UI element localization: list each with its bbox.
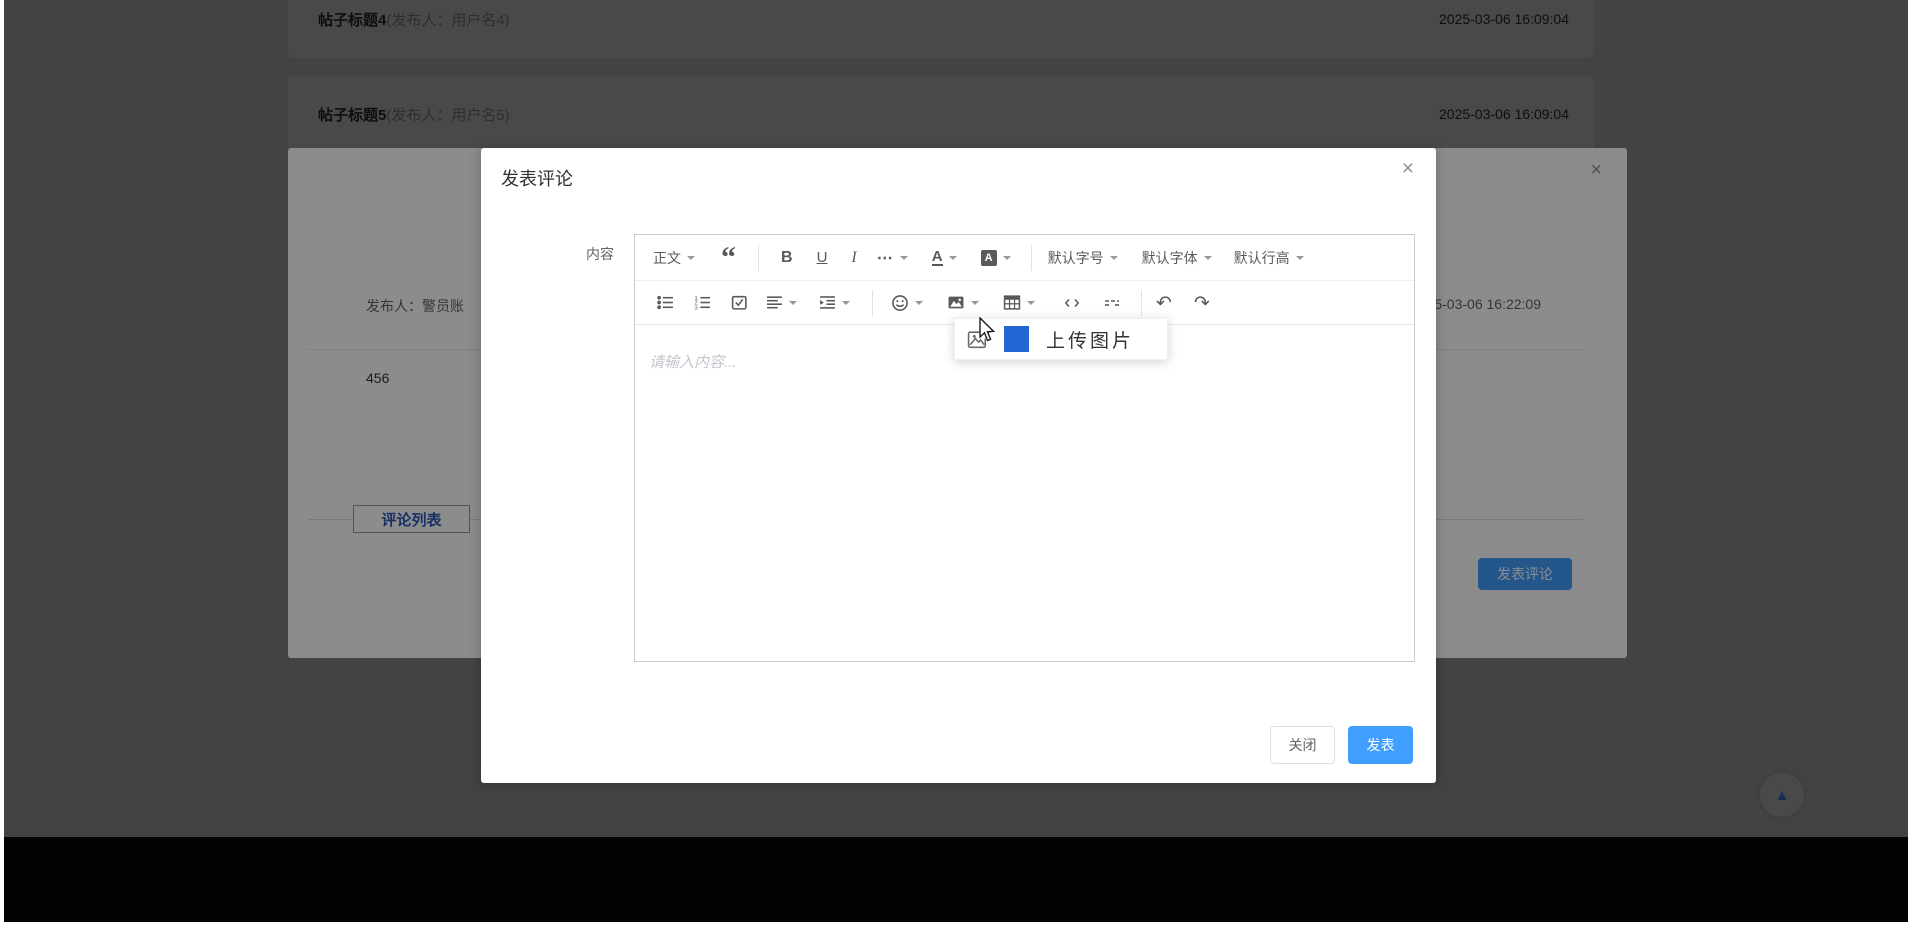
heading-dropdown[interactable]: 正文	[653, 248, 695, 268]
content-label: 内容	[586, 244, 614, 264]
redo-icon: ↷	[1194, 292, 1210, 314]
more-icon: ⋯	[877, 248, 894, 268]
divider-line-icon	[1103, 295, 1121, 311]
todo-list-icon	[731, 294, 748, 311]
blockquote-button[interactable]: “	[721, 250, 736, 266]
font-color-icon: A	[932, 249, 943, 266]
divider-line-button[interactable]	[1103, 295, 1121, 311]
chevron-down-icon	[949, 256, 957, 264]
table-dropdown[interactable]	[1003, 294, 1035, 311]
undo-icon: ↶	[1156, 292, 1172, 314]
code-block-button[interactable]	[1063, 295, 1081, 311]
bold-button[interactable]: B	[781, 249, 793, 267]
font-size-dropdown[interactable]: 默认字号	[1048, 248, 1118, 268]
chevron-down-icon	[1110, 256, 1118, 264]
emoji-icon	[891, 294, 909, 312]
upload-image-label: 上传图片	[1046, 326, 1134, 353]
font-color-dropdown[interactable]: A	[932, 249, 957, 266]
editor-placeholder: 请输入内容...	[649, 351, 737, 372]
align-dropdown[interactable]	[766, 294, 797, 311]
bg-color-dropdown[interactable]: A	[981, 250, 1011, 266]
ordered-list-icon: 123	[694, 294, 711, 311]
table-icon	[1003, 294, 1021, 311]
bullet-list-button[interactable]	[657, 294, 674, 311]
close-button[interactable]: 关闭	[1270, 726, 1335, 764]
mouse-cursor-icon	[979, 317, 997, 344]
editor-toolbar-row1: 正文 “ B U I ⋯ A A 默	[635, 235, 1414, 281]
indent-icon	[819, 294, 836, 311]
font-family-dropdown[interactable]: 默认字体	[1142, 248, 1212, 268]
todo-list-button[interactable]	[731, 294, 748, 311]
toolbar-divider	[872, 290, 873, 316]
underline-button[interactable]: U	[817, 249, 828, 266]
toolbar-divider	[1141, 290, 1142, 316]
dialog-footer: 关闭 发表	[1270, 726, 1413, 764]
rich-text-editor: 正文 “ B U I ⋯ A A 默	[634, 234, 1415, 662]
submit-button[interactable]: 发表	[1348, 726, 1413, 764]
italic-button[interactable]: I	[851, 249, 856, 267]
chevron-down-icon	[1296, 256, 1304, 264]
indent-dropdown[interactable]	[819, 294, 850, 311]
editor-content-area[interactable]: 请输入内容...	[635, 325, 1414, 661]
toolbar-divider	[1031, 245, 1032, 271]
quote-icon: “	[721, 253, 736, 263]
more-styles-dropdown[interactable]: ⋯	[877, 248, 908, 268]
publish-comment-dialog: 发表评论 × 内容 正文 “ B U I ⋯ A	[481, 148, 1436, 783]
chevron-down-icon	[971, 301, 979, 309]
chevron-down-icon	[1027, 301, 1035, 309]
chevron-down-icon	[1204, 256, 1212, 264]
close-icon[interactable]: ×	[1402, 158, 1414, 179]
toolbar-divider	[758, 245, 759, 271]
chevron-down-icon	[842, 301, 850, 309]
ordered-list-button[interactable]: 123	[694, 294, 711, 311]
bullet-list-icon	[657, 294, 674, 311]
image-dropdown[interactable]	[947, 294, 979, 311]
code-icon	[1063, 295, 1081, 311]
app-container: 帖子标题4(发布人：用户名4) 2025-03-06 16:09:04 帖子标题…	[4, 0, 1908, 922]
chevron-down-icon	[1003, 256, 1011, 264]
chevron-down-icon	[687, 256, 695, 264]
image-icon	[947, 294, 965, 311]
svg-text:3: 3	[695, 305, 698, 311]
dialog-title: 发表评论	[501, 165, 573, 191]
chevron-down-icon	[915, 301, 923, 309]
bg-color-icon: A	[981, 250, 997, 266]
align-icon	[766, 294, 783, 311]
chevron-down-icon	[900, 256, 908, 264]
emoji-dropdown[interactable]	[891, 294, 923, 312]
undo-button[interactable]: ↶	[1156, 292, 1172, 314]
line-height-dropdown[interactable]: 默认行高	[1234, 248, 1304, 268]
chevron-down-icon	[789, 301, 797, 309]
redo-button[interactable]: ↷	[1194, 292, 1210, 314]
image-placeholder-swatch	[1004, 326, 1029, 352]
